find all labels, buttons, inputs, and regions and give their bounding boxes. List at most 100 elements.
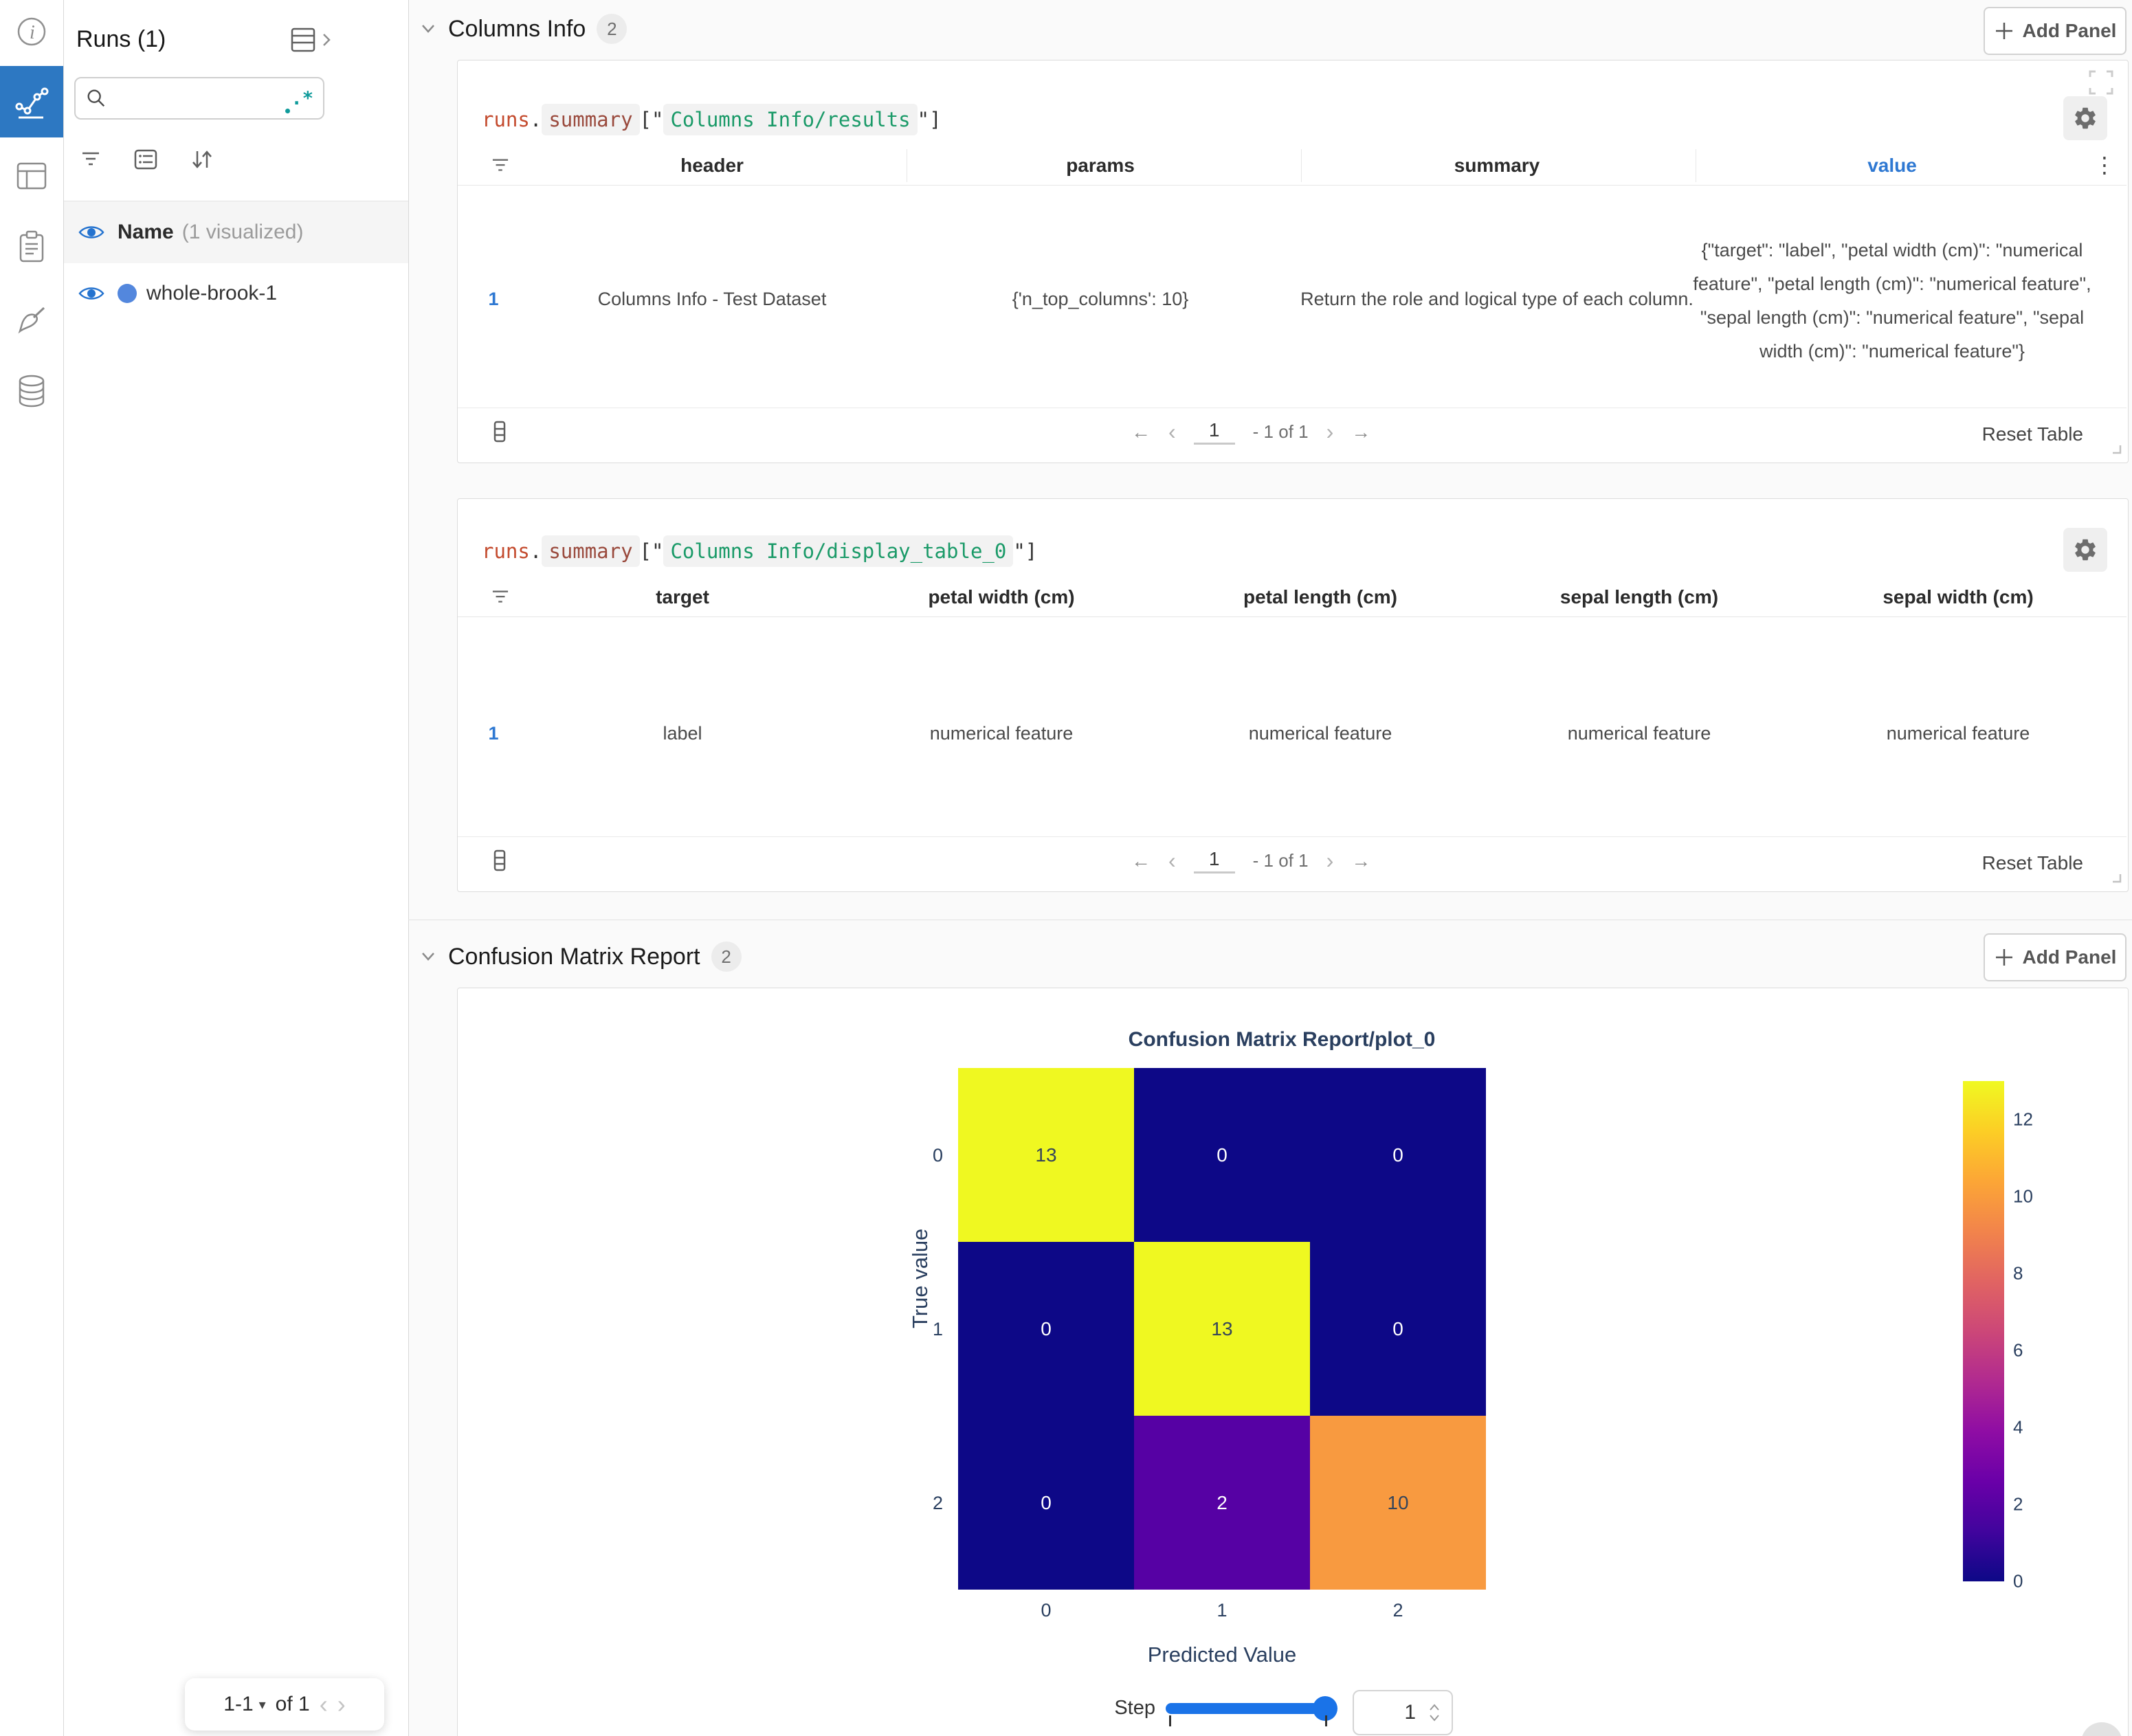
expr-function: summary xyxy=(542,535,639,567)
expr-open-bracket: [" xyxy=(640,108,664,131)
next-page-icon[interactable]: › xyxy=(1326,419,1334,445)
expr-key: Columns Info/display_table_0 xyxy=(663,535,1013,567)
svg-text:i: i xyxy=(30,22,35,43)
table-columns-icon[interactable] xyxy=(492,849,507,871)
prev-page-button[interactable]: ‹ xyxy=(320,1690,328,1719)
page-number-input[interactable]: 1 xyxy=(1194,848,1235,873)
sort-icon[interactable] xyxy=(190,148,214,170)
run-row[interactable]: whole-brook-1 xyxy=(64,263,408,324)
database-icon[interactable] xyxy=(0,360,63,423)
reset-table-button[interactable]: Reset Table xyxy=(1982,852,2083,874)
first-page-icon[interactable]: ← xyxy=(1131,850,1151,872)
column-value[interactable]: value xyxy=(1867,155,1917,177)
run-search-box[interactable]: .* xyxy=(74,77,324,120)
last-page-icon[interactable]: → xyxy=(1351,850,1370,872)
next-page-button[interactable]: › xyxy=(337,1690,346,1719)
dropdown-icon: ▾ xyxy=(259,1696,266,1713)
column-sepal-width[interactable]: sepal width (cm) xyxy=(1883,586,2033,608)
cell-petal-width: numerical feature xyxy=(930,723,1074,744)
cell-header: Columns Info - Test Dataset xyxy=(598,289,827,310)
filter-icon[interactable] xyxy=(491,589,510,605)
chevron-down-icon[interactable] xyxy=(419,22,437,36)
matrix-cell-1-0: 0 xyxy=(958,1242,1134,1416)
page-range: 1-1 xyxy=(223,1693,253,1716)
first-page-icon[interactable]: ← xyxy=(1131,421,1151,443)
page-size-dropdown[interactable]: 1-1 ▾ xyxy=(223,1693,265,1716)
table-columns-icon[interactable] xyxy=(492,421,507,443)
prev-page-icon[interactable]: ‹ xyxy=(1168,419,1176,445)
runs-table-expand-button[interactable] xyxy=(291,27,332,52)
y-tick-0: 0 xyxy=(925,1145,943,1166)
panel-settings-button[interactable] xyxy=(2063,96,2107,140)
line-chart-icon xyxy=(13,83,50,120)
colorbar-tick-0: 0 xyxy=(2013,1571,2023,1592)
run-color-dot xyxy=(118,284,137,303)
column-petal-width[interactable]: petal width (cm) xyxy=(928,586,1074,608)
table-pagination: ← ‹ 1 - 1 of 1 › → xyxy=(1131,848,1370,873)
expr-function: summary xyxy=(542,104,639,135)
resize-handle-icon[interactable] xyxy=(2110,871,2122,884)
expr-close-bracket: "] xyxy=(1013,539,1037,563)
matrix-cell-1-2: 0 xyxy=(1310,1242,1486,1416)
panel-columns-info-results: runs.summary["Columns Info/results"] hea… xyxy=(457,60,2129,463)
eye-icon[interactable] xyxy=(78,284,105,303)
nav-workspace-active[interactable] xyxy=(0,66,63,137)
section-title[interactable]: Columns Info xyxy=(448,16,586,43)
expr-object: runs xyxy=(482,108,530,131)
plus-icon xyxy=(1994,21,2014,41)
spinner-arrows-icon[interactable] xyxy=(1428,1702,1441,1723)
matrix-cell-0-2: 0 xyxy=(1310,1068,1486,1242)
x-tick-2: 2 xyxy=(1392,1600,1403,1621)
regex-toggle[interactable]: .* xyxy=(291,88,313,109)
cell-summary: Return the role and logical type of each… xyxy=(1300,289,1694,310)
column-header[interactable]: header xyxy=(680,155,744,177)
sweep-brush-icon[interactable] xyxy=(0,289,63,352)
cell-params: {'n_top_columns': 10} xyxy=(1012,289,1189,310)
step-number-input[interactable]: 1 xyxy=(1353,1690,1453,1735)
eye-icon[interactable] xyxy=(78,223,105,242)
last-page-icon[interactable]: → xyxy=(1351,421,1370,443)
clipboard-icon[interactable] xyxy=(0,216,63,279)
column-sepal-length[interactable]: sepal length (cm) xyxy=(1560,586,1718,608)
run-search-input[interactable] xyxy=(107,87,291,110)
expr-close-bracket: "] xyxy=(918,108,942,131)
add-panel-button[interactable]: Add Panel xyxy=(1984,7,2127,55)
app-root: i Runs (1) xyxy=(0,0,2132,1736)
page-number-input[interactable]: 1 xyxy=(1194,419,1235,445)
panel-query-expression[interactable]: runs.summary["Columns Info/results"] xyxy=(482,97,942,142)
chevron-down-icon[interactable] xyxy=(419,950,437,964)
expr-object: runs xyxy=(482,539,530,563)
section-title[interactable]: Confusion Matrix Report xyxy=(448,944,700,970)
prev-page-icon[interactable]: ‹ xyxy=(1168,848,1176,873)
column-target[interactable]: target xyxy=(656,586,709,608)
column-params[interactable]: params xyxy=(1066,155,1135,177)
step-slider-track[interactable] xyxy=(1166,1703,1335,1714)
reset-table-button[interactable]: Reset Table xyxy=(1982,423,2083,445)
info-icon[interactable]: i xyxy=(0,0,63,63)
column-summary[interactable]: summary xyxy=(1454,155,1540,177)
matrix-cell-2-1: 2 xyxy=(1134,1416,1310,1590)
x-tick-1: 1 xyxy=(1217,1600,1227,1621)
row-index-link[interactable]: 1 xyxy=(488,289,498,310)
next-page-icon[interactable]: › xyxy=(1326,848,1334,873)
expr-open-bracket: [" xyxy=(640,539,664,563)
slider-tick-end xyxy=(1325,1715,1327,1726)
resize-handle-icon[interactable] xyxy=(2110,443,2122,455)
nav-rail: i xyxy=(0,0,64,1736)
filter-icon[interactable] xyxy=(80,151,101,168)
filter-icon[interactable] xyxy=(491,157,510,174)
panel-settings-button[interactable] xyxy=(2063,528,2107,572)
panel-query-expression[interactable]: runs.summary["Columns Info/display_table… xyxy=(482,528,1037,574)
matrix-cell-2-2: 10 xyxy=(1310,1416,1486,1590)
column-petal-length[interactable]: petal length (cm) xyxy=(1243,586,1397,608)
run-name[interactable]: whole-brook-1 xyxy=(146,282,277,305)
confusion-matrix-heatmap[interactable]: 13 0 0 0 13 0 0 2 10 xyxy=(958,1068,1486,1590)
row-index-link[interactable]: 1 xyxy=(488,723,498,744)
fullscreen-icon[interactable] xyxy=(2087,69,2115,96)
kebab-menu-icon[interactable]: ⋮ xyxy=(2094,152,2116,178)
list-settings-icon[interactable] xyxy=(134,149,157,170)
plot-title: Confusion Matrix Report/plot_0 xyxy=(1129,1028,1436,1051)
panels-icon[interactable] xyxy=(0,144,63,208)
add-panel-button[interactable]: Add Panel xyxy=(1984,933,2127,981)
table-icon xyxy=(291,27,317,52)
